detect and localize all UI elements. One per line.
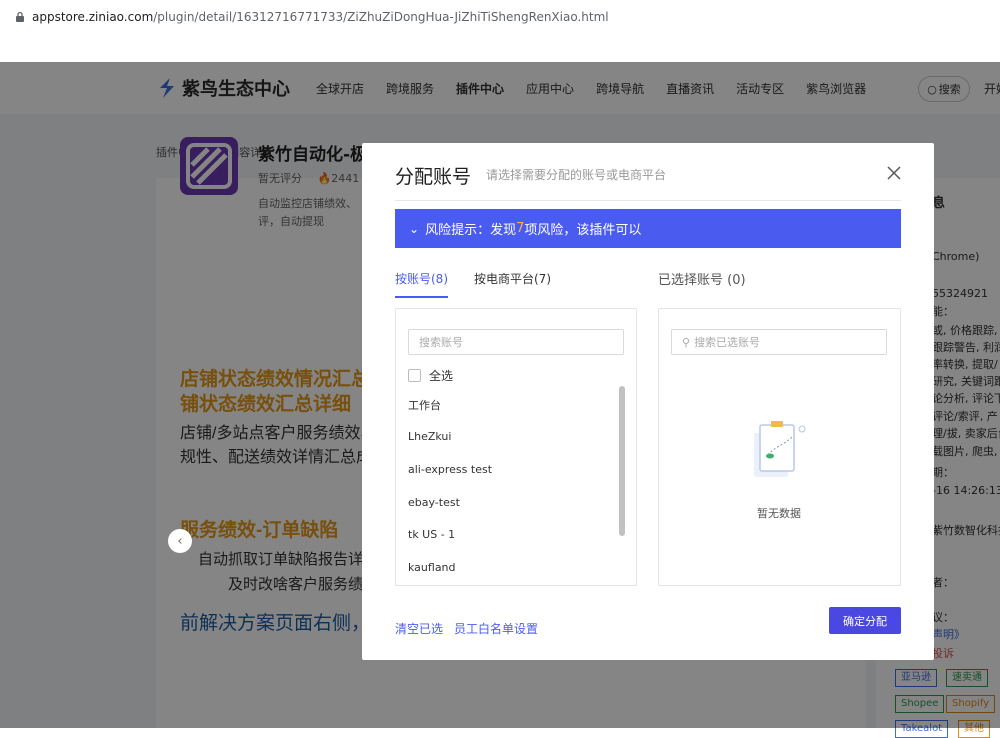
list-item[interactable]: ali-express test [408,463,492,476]
list-item[interactable]: tk US - 1 [408,528,455,541]
empty-state-text: 暂无数据 [757,507,801,520]
list-item[interactable]: 工作台 [408,397,441,413]
whitelist-settings-link[interactable]: 员工白名单设置 [454,620,538,637]
account-list-scrollbar[interactable] [619,386,625,536]
url-text: appstore.ziniao.com/plugin/detail/163127… [32,10,609,24]
tab-by-account[interactable]: 按账号(8) [395,270,448,298]
list-item[interactable]: LheZkui [408,430,451,443]
lock-icon [16,11,24,22]
clear-selected-link[interactable]: 清空已选 [395,620,443,637]
empty-clipboard-icon [754,421,806,477]
close-icon[interactable] [884,163,904,183]
search-selected-input[interactable]: ⚲ 搜索已选账号 [671,329,887,355]
risk-count: 7 [516,221,525,236]
assign-account-modal: 分配账号 请选择需要分配的账号或电商平台 ⌄ 风险提示：发现 7 项风险，该插件可以… [362,143,934,660]
search-icon: ⚲ [682,335,691,349]
search-account-input[interactable]: 搜索账号 [408,329,624,355]
chevron-left-icon: ‹ [177,533,183,549]
list-item[interactable]: kaufland [408,561,456,574]
select-all-checkbox[interactable]: 全选 [408,367,453,384]
checkbox[interactable] [408,369,421,382]
selected-accounts-title: 已选择账号 (0) [658,273,746,288]
list-item[interactable]: ebay-test [408,496,460,509]
tab-by-platform[interactable]: 按电商平台(7) [474,270,551,298]
carousel-prev-button[interactable]: ‹ [168,529,192,553]
confirm-assign-button[interactable]: 确定分配 [829,607,901,634]
modal-subtitle: 请选择需要分配的账号或电商平台 [486,168,667,182]
risk-warning-bar[interactable]: ⌄ 风险提示：发现 7 项风险，该插件可以 [395,209,901,248]
address-bar[interactable]: appstore.ziniao.com/plugin/detail/163127… [0,0,1000,34]
chevron-double-down-icon: ⌄ [409,221,420,236]
modal-title: 分配账号 [395,166,472,188]
